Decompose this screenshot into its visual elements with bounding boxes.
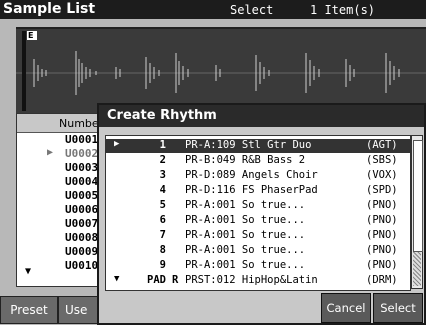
list-item[interactable]: U0001 xyxy=(17,133,107,147)
row-number: 2 xyxy=(159,154,166,166)
row-category: (SBS) xyxy=(366,154,398,166)
row-patch: PR-B:049 R&B Bass 2 xyxy=(185,154,306,166)
rhythm-row[interactable]: 8 PR-A:001 So true... (PNO) xyxy=(106,244,410,258)
waveform-marker-label: E xyxy=(28,31,34,40)
rhythm-row[interactable]: 2 PR-B:049 R&B Bass 2 (SBS) xyxy=(106,154,410,168)
rhythm-row[interactable]: 4 PR-D:116 FS PhaserPad (SPD) xyxy=(106,184,410,198)
row-flag: R xyxy=(172,274,179,286)
row-patch: PR-D:089 Angels Choir xyxy=(185,169,318,181)
row-number: 3 xyxy=(159,169,166,181)
list-item[interactable]: U0007 xyxy=(17,217,107,231)
list-column-header[interactable]: Numbe xyxy=(17,114,107,133)
list-item[interactable]: U0008 xyxy=(17,231,107,245)
scroll-down-arrow-icon[interactable]: ▼ xyxy=(114,274,119,284)
bottom-tabs: Preset Use xyxy=(0,296,110,325)
list-item-number: U0006 xyxy=(65,203,99,216)
row-patch: PR-A:001 So true... xyxy=(185,214,306,226)
list-item[interactable]: U0009 xyxy=(17,245,107,259)
waveform-graphic xyxy=(16,29,426,113)
list-item-number: U0005 xyxy=(65,189,99,202)
row-category: (PNO) xyxy=(366,199,398,211)
row-category: (PNO) xyxy=(366,259,398,271)
scrollbar-thumb[interactable] xyxy=(413,140,423,252)
row-cursor-icon: ▶ xyxy=(114,139,120,149)
list-item[interactable]: U0006 xyxy=(17,203,107,217)
row-category: (VOX) xyxy=(366,169,398,181)
sample-list: Numbe U0001 ▶ U0002 U0003 U0004 U0005 U00… xyxy=(16,113,108,287)
row-patch: PR-D:116 FS PhaserPad xyxy=(185,184,318,196)
rhythm-list-scrollbar[interactable] xyxy=(411,135,423,289)
row-number: 4 xyxy=(159,184,166,196)
list-item-number: U0009 xyxy=(65,245,99,258)
row-number: 9 xyxy=(159,259,166,271)
cancel-button[interactable]: Cancel xyxy=(321,293,371,323)
title-bar: Sample List Select 1 Item(s) xyxy=(0,0,426,19)
rhythm-row[interactable]: ▶ 1 PR-A:109 Stl Gtr Duo (AGT) xyxy=(106,139,410,153)
list-item[interactable]: U0003 xyxy=(17,161,107,175)
row-category: (PNO) xyxy=(366,229,398,241)
list-item[interactable]: U0004 xyxy=(17,175,107,189)
list-item-number: U0007 xyxy=(65,217,99,230)
row-patch: PR-A:001 So true... xyxy=(185,244,306,256)
row-number: 8 xyxy=(159,244,166,256)
row-patch: PR-A:109 Stl Gtr Duo xyxy=(185,139,312,151)
list-item-number: U0001 xyxy=(65,133,99,146)
rhythm-list: ▶ 1 PR-A:109 Stl Gtr Duo (AGT) 2 PR-B:04… xyxy=(105,135,411,291)
scroll-down-arrow-icon[interactable]: ▼ xyxy=(25,266,31,277)
rhythm-row[interactable]: 6 PR-A:001 So true... (PNO) xyxy=(106,214,410,228)
tab-preset[interactable]: Preset xyxy=(0,296,58,324)
rhythm-row[interactable]: ▼ PAD R PRST:012 HipHop&Latin (DRM) xyxy=(106,274,410,288)
list-item-number: U0008 xyxy=(65,231,99,244)
row-patch: PR-A:001 So true... xyxy=(185,229,306,241)
page-title: Sample List xyxy=(3,1,96,17)
row-number: 1 xyxy=(159,139,166,151)
select-count: 1 Item(s) xyxy=(310,3,376,17)
create-rhythm-dialog: Create Rhythm ▶ 1 PR-A:109 Stl Gtr Duo (… xyxy=(97,103,426,325)
waveform-display[interactable]: E xyxy=(16,27,426,113)
rhythm-row[interactable]: 7 PR-A:001 So true... (PNO) xyxy=(106,229,410,243)
row-patch: PRST:012 HipHop&Latin xyxy=(185,274,318,286)
list-item-number: U0004 xyxy=(65,175,99,188)
row-category: (SPD) xyxy=(366,184,398,196)
rhythm-row[interactable]: 9 PR-A:001 So true... (PNO) xyxy=(106,259,410,273)
rhythm-row[interactable]: 3 PR-D:089 Angels Choir (VOX) xyxy=(106,169,410,183)
row-patch: PR-A:001 So true... xyxy=(185,199,306,211)
row-category: (PNO) xyxy=(366,244,398,256)
select-status-label: Select xyxy=(230,3,274,17)
selected-marker-icon: ▶ xyxy=(47,147,54,158)
list-item-number: U0010 xyxy=(65,259,99,272)
column-header-number: Numbe xyxy=(59,117,99,130)
list-item[interactable]: ▶ U0002 xyxy=(17,147,107,161)
list-item-number: U0003 xyxy=(65,161,99,174)
list-item-number: U0002 xyxy=(65,147,99,160)
row-number: 6 xyxy=(159,214,166,226)
row-category: (DRM) xyxy=(366,274,398,286)
row-patch: PR-A:001 So true... xyxy=(185,259,306,271)
select-button[interactable]: Select xyxy=(373,293,423,323)
dialog-title: Create Rhythm xyxy=(107,108,217,123)
list-item[interactable]: U0005 xyxy=(17,189,107,203)
row-category: (AGT) xyxy=(366,139,398,151)
row-category: (PNO) xyxy=(366,214,398,226)
row-number: 7 xyxy=(159,229,166,241)
dialog-title-bar: Create Rhythm xyxy=(99,105,424,127)
scrollbar-track xyxy=(413,252,421,286)
row-number: 5 xyxy=(159,199,166,211)
rhythm-row[interactable]: 5 PR-A:001 So true... (PNO) xyxy=(106,199,410,213)
row-number: PAD xyxy=(147,274,166,286)
